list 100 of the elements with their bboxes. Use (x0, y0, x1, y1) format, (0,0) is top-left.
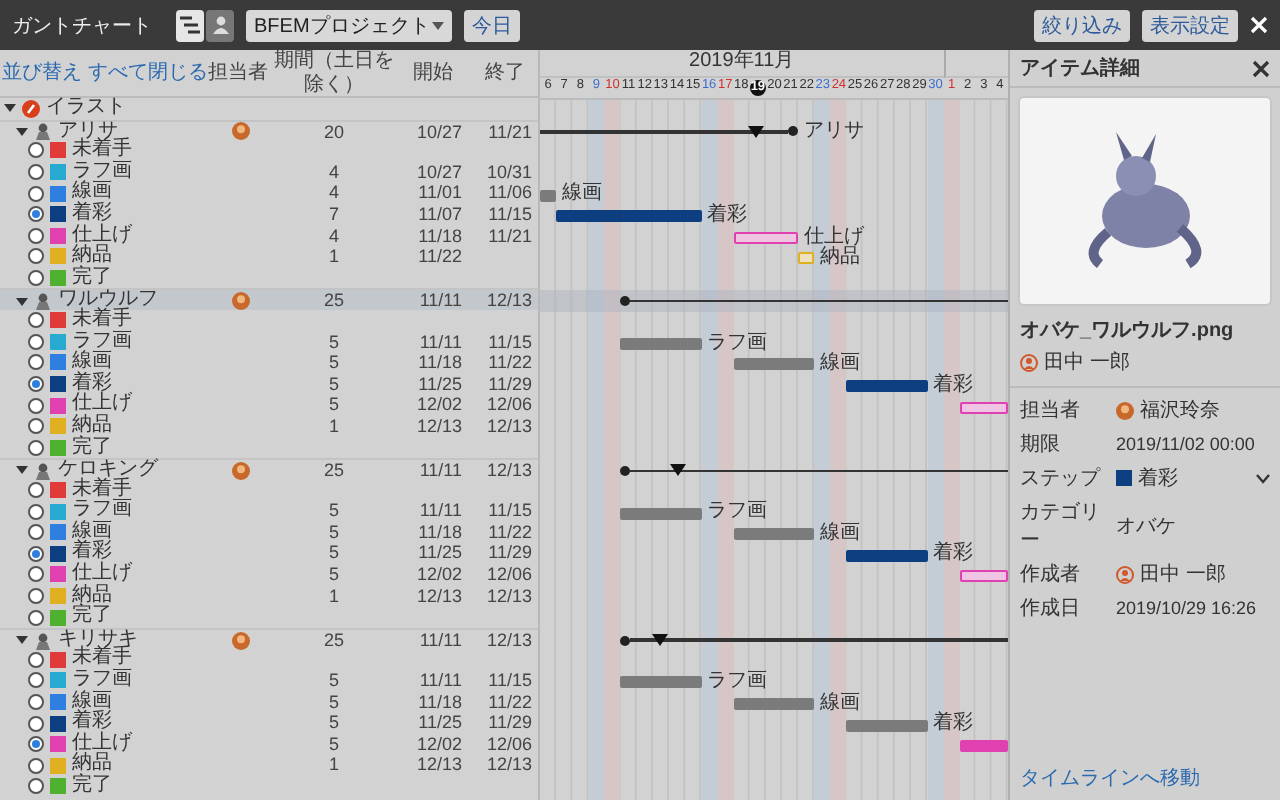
project-select[interactable]: BFEMプロジェクト (246, 9, 452, 41)
step-name: 納品 (72, 585, 112, 606)
radio-button[interactable] (28, 270, 44, 287)
radio-button[interactable] (28, 524, 44, 541)
current-task-bar (846, 380, 928, 393)
step-name: 未着手 (72, 479, 132, 500)
start-date: 11/18 (416, 352, 464, 374)
step-name: 未着手 (72, 309, 132, 330)
bar-label: 線画 (818, 354, 863, 376)
table-action-link[interactable]: 並び替え (2, 61, 82, 85)
end-date: 11/15 (486, 500, 534, 522)
today-button[interactable]: 今日 (464, 9, 520, 41)
radio-button[interactable] (28, 587, 44, 604)
radio-button[interactable] (28, 164, 44, 181)
planned-task-bar (733, 231, 799, 244)
current-task-bar (846, 549, 928, 562)
expand-toggle-icon[interactable] (16, 125, 28, 138)
done-task-bar (620, 676, 702, 689)
radio-button[interactable] (28, 312, 44, 329)
end-date: 10/31 (484, 161, 534, 183)
person-icon (211, 16, 229, 34)
field-label: 期限 (1020, 431, 1062, 458)
panel-title: アイテム詳細 (1020, 55, 1140, 82)
start-date: 12/02 (414, 394, 464, 416)
radio-button[interactable] (28, 757, 44, 774)
bar-label: 線画 (818, 523, 863, 545)
radio-button[interactable] (28, 545, 44, 562)
header-button[interactable]: 表示設定 (1142, 9, 1238, 41)
done-task-bar (733, 697, 815, 710)
radio-button[interactable] (28, 481, 44, 498)
planned-task-bar (959, 570, 1008, 583)
gantt-icon (180, 16, 200, 34)
period-cell-text: 4 (326, 161, 341, 183)
step-name: 線画 (72, 182, 112, 203)
radio-button[interactable] (28, 693, 44, 710)
period-cell-text: 5 (326, 394, 341, 416)
column-header: 担当者 (208, 61, 270, 85)
view-toggle[interactable] (176, 9, 204, 41)
radio-button[interactable] (28, 333, 44, 350)
radio-button[interactable] (28, 142, 44, 159)
start-date: 11/11 (417, 629, 464, 651)
done-task-bar (733, 358, 815, 371)
radio-button[interactable] (28, 503, 44, 520)
period-cell-text: 4 (326, 182, 341, 204)
expand-toggle-icon[interactable] (16, 464, 28, 477)
chevron-down-icon[interactable] (1256, 473, 1270, 483)
expand-toggle-icon[interactable] (4, 102, 16, 115)
task-row[interactable]: ケロキング 25 11/11 12/13 (0, 458, 538, 480)
radio-button[interactable] (28, 376, 44, 393)
pencil-icon (22, 99, 40, 118)
period-cell-text: 5 (326, 542, 341, 565)
step-name: 線画 (72, 352, 112, 373)
radio-button[interactable] (28, 185, 44, 202)
avatar-icon (231, 461, 249, 480)
radio-button[interactable] (28, 206, 44, 223)
current-task-bar (959, 740, 1008, 753)
header-button[interactable]: 絞り込み (1034, 9, 1130, 41)
radio-button[interactable] (28, 418, 44, 435)
radio-button[interactable] (28, 354, 44, 371)
planned-task-bar (959, 401, 1008, 414)
start-date: 10/27 (414, 121, 464, 143)
radio-button[interactable] (28, 778, 44, 795)
table-action-link[interactable]: すべて閉じる (88, 61, 208, 85)
end-date: 11/29 (486, 373, 534, 395)
start-date: 11/25 (416, 373, 464, 395)
period-cell-text: 5 (326, 670, 341, 692)
field-value: 2019/10/29 16:26 (1116, 598, 1257, 618)
field-value: オバケ (1116, 514, 1176, 540)
expand-toggle-icon[interactable] (16, 634, 28, 647)
radio-button[interactable] (28, 609, 44, 626)
start-date: 11/18 (416, 225, 464, 247)
task-row[interactable]: ワルウルフ 25 11/11 12/13 (0, 288, 538, 310)
period-cell-text: 25 (321, 460, 346, 482)
radio-button[interactable] (28, 672, 44, 689)
bar-label: 線画 (560, 184, 605, 206)
step-name: 着彩 (72, 203, 112, 224)
view-toggle[interactable] (206, 9, 234, 41)
expand-toggle-icon[interactable] (16, 295, 28, 308)
avatar-icon (231, 122, 249, 141)
end-date: 12/06 (484, 394, 534, 416)
radio-button[interactable] (28, 248, 44, 265)
radio-button[interactable] (28, 227, 44, 244)
start-date: 12/02 (414, 733, 464, 755)
radio-button[interactable] (28, 566, 44, 583)
period-cell-text: 1 (326, 246, 341, 268)
start-date: 11/11 (417, 331, 464, 353)
radio-button[interactable] (28, 736, 44, 753)
radio-button[interactable] (28, 715, 44, 732)
radio-button[interactable] (28, 397, 44, 414)
start-date: 11/25 (416, 542, 464, 565)
field-label: カテゴリー (1020, 500, 1102, 554)
timeline-link[interactable]: タイムラインへ移動 (1010, 764, 1280, 800)
start-date: 11/18 (416, 521, 464, 543)
end-date: 12/06 (484, 733, 534, 755)
end-date: 12/13 (484, 415, 534, 437)
radio-button[interactable] (28, 651, 44, 668)
step-name: 仕上げ (72, 225, 132, 246)
close-icon[interactable] (1252, 59, 1270, 77)
bar-label: 線画 (818, 693, 863, 715)
radio-button[interactable] (28, 439, 44, 456)
